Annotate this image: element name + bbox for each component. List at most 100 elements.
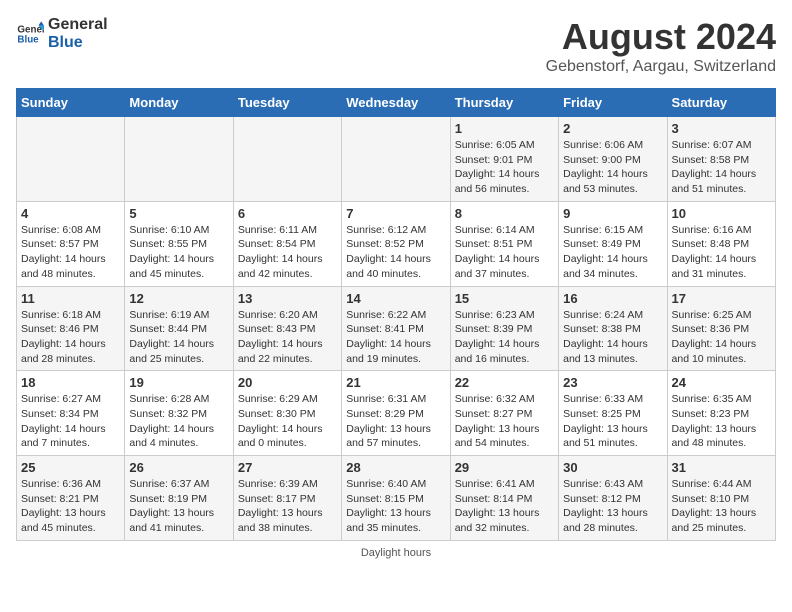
day-cell: 19 Sunrise: 6:28 AM Sunset: 8:32 PM Dayli… — [125, 371, 233, 456]
day-info: Sunrise: 6:25 AM Sunset: 8:36 PM Dayligh… — [672, 308, 771, 367]
day-cell — [125, 117, 233, 202]
col-header-sunday: Sunday — [17, 89, 125, 117]
day-cell: 13 Sunrise: 6:20 AM Sunset: 8:43 PM Dayli… — [233, 286, 341, 371]
day-info: Sunrise: 6:43 AM Sunset: 8:12 PM Dayligh… — [563, 477, 662, 536]
day-number: 7 — [346, 206, 445, 221]
day-number: 27 — [238, 460, 337, 475]
day-number: 20 — [238, 375, 337, 390]
day-info: Sunrise: 6:12 AM Sunset: 8:52 PM Dayligh… — [346, 223, 445, 282]
day-info: Sunrise: 6:16 AM Sunset: 8:48 PM Dayligh… — [672, 223, 771, 282]
day-info: Sunrise: 6:19 AM Sunset: 8:44 PM Dayligh… — [129, 308, 228, 367]
day-info: Sunrise: 6:05 AM Sunset: 9:01 PM Dayligh… — [455, 138, 554, 197]
day-number: 19 — [129, 375, 228, 390]
day-info: Sunrise: 6:40 AM Sunset: 8:15 PM Dayligh… — [346, 477, 445, 536]
col-header-tuesday: Tuesday — [233, 89, 341, 117]
day-number: 24 — [672, 375, 771, 390]
day-cell: 1 Sunrise: 6:05 AM Sunset: 9:01 PM Daylig… — [450, 117, 558, 202]
day-number: 25 — [21, 460, 120, 475]
logo-blue: Blue — [48, 34, 108, 52]
calendar-header-row: SundayMondayTuesdayWednesdayThursdayFrid… — [17, 89, 776, 117]
day-info: Sunrise: 6:37 AM Sunset: 8:19 PM Dayligh… — [129, 477, 228, 536]
day-info: Sunrise: 6:39 AM Sunset: 8:17 PM Dayligh… — [238, 477, 337, 536]
day-cell: 27 Sunrise: 6:39 AM Sunset: 8:17 PM Dayli… — [233, 456, 341, 541]
day-cell: 28 Sunrise: 6:40 AM Sunset: 8:15 PM Dayli… — [342, 456, 450, 541]
day-number: 30 — [563, 460, 662, 475]
week-row-4: 18Sunrise: 6:27 AM Sunset: 8:34 PM Dayli… — [17, 371, 776, 456]
col-header-monday: Monday — [125, 89, 233, 117]
week-row-2: 4 Sunrise: 6:08 AM Sunset: 8:57 PM Daylig… — [17, 201, 776, 286]
day-info: Sunrise: 6:28 AM Sunset: 8:32 PM Dayligh… — [129, 392, 228, 451]
day-cell: 10 Sunrise: 6:16 AM Sunset: 8:48 PM Dayli… — [667, 201, 775, 286]
day-number: 16 — [563, 291, 662, 306]
day-number: 10 — [672, 206, 771, 221]
day-info: Sunrise: 6:20 AM Sunset: 8:43 PM Dayligh… — [238, 308, 337, 367]
day-number: 2 — [563, 121, 662, 136]
day-cell: 4 Sunrise: 6:08 AM Sunset: 8:57 PM Daylig… — [17, 201, 125, 286]
day-number: 17 — [672, 291, 771, 306]
day-info: Sunrise: 6:41 AM Sunset: 8:14 PM Dayligh… — [455, 477, 554, 536]
day-number: 8 — [455, 206, 554, 221]
day-cell: 22 Sunrise: 6:32 AM Sunset: 8:27 PM Dayli… — [450, 371, 558, 456]
day-cell: 16 Sunrise: 6:24 AM Sunset: 8:38 PM Dayli… — [559, 286, 667, 371]
day-cell: 2 Sunrise: 6:06 AM Sunset: 9:00 PM Daylig… — [559, 117, 667, 202]
day-number: 18 — [21, 375, 120, 390]
week-row-3: 11Sunrise: 6:18 AM Sunset: 8:46 PM Dayli… — [17, 286, 776, 371]
day-cell: 24 Sunrise: 6:35 AM Sunset: 8:23 PM Dayli… — [667, 371, 775, 456]
day-cell: 18Sunrise: 6:27 AM Sunset: 8:34 PM Dayli… — [17, 371, 125, 456]
col-header-saturday: Saturday — [667, 89, 775, 117]
day-info: Sunrise: 6:35 AM Sunset: 8:23 PM Dayligh… — [672, 392, 771, 451]
logo: General Blue General Blue — [16, 16, 108, 51]
day-number: 22 — [455, 375, 554, 390]
day-cell: 9Sunrise: 6:15 AM Sunset: 8:49 PM Daylig… — [559, 201, 667, 286]
day-number: 1 — [455, 121, 554, 136]
header: General Blue General Blue August 2024 Ge… — [16, 16, 776, 76]
day-info: Sunrise: 6:36 AM Sunset: 8:21 PM Dayligh… — [21, 477, 120, 536]
day-info: Sunrise: 6:44 AM Sunset: 8:10 PM Dayligh… — [672, 477, 771, 536]
day-cell: 30 Sunrise: 6:43 AM Sunset: 8:12 PM Dayli… — [559, 456, 667, 541]
day-number: 13 — [238, 291, 337, 306]
day-info: Sunrise: 6:24 AM Sunset: 8:38 PM Dayligh… — [563, 308, 662, 367]
day-info: Sunrise: 6:29 AM Sunset: 8:30 PM Dayligh… — [238, 392, 337, 451]
day-cell: 14 Sunrise: 6:22 AM Sunset: 8:41 PM Dayli… — [342, 286, 450, 371]
logo-general: General — [48, 16, 108, 34]
day-cell: 6 Sunrise: 6:11 AM Sunset: 8:54 PM Daylig… — [233, 201, 341, 286]
day-info: Sunrise: 6:06 AM Sunset: 9:00 PM Dayligh… — [563, 138, 662, 197]
day-info: Sunrise: 6:11 AM Sunset: 8:54 PM Dayligh… — [238, 223, 337, 282]
day-number: 15 — [455, 291, 554, 306]
day-info: Sunrise: 6:08 AM Sunset: 8:57 PM Dayligh… — [21, 223, 120, 282]
day-number: 6 — [238, 206, 337, 221]
day-cell: 25 Sunrise: 6:36 AM Sunset: 8:21 PM Dayli… — [17, 456, 125, 541]
logo-icon: General Blue — [16, 20, 44, 48]
week-row-1: 1 Sunrise: 6:05 AM Sunset: 9:01 PM Daylig… — [17, 117, 776, 202]
day-cell: 5Sunrise: 6:10 AM Sunset: 8:55 PM Daylig… — [125, 201, 233, 286]
day-info: Sunrise: 6:33 AM Sunset: 8:25 PM Dayligh… — [563, 392, 662, 451]
day-cell: 23Sunrise: 6:33 AM Sunset: 8:25 PM Dayli… — [559, 371, 667, 456]
day-cell — [342, 117, 450, 202]
calendar-table: SundayMondayTuesdayWednesdayThursdayFrid… — [16, 88, 776, 541]
day-info: Sunrise: 6:10 AM Sunset: 8:55 PM Dayligh… — [129, 223, 228, 282]
day-number: 21 — [346, 375, 445, 390]
day-cell — [17, 117, 125, 202]
day-cell: 12 Sunrise: 6:19 AM Sunset: 8:44 PM Dayli… — [125, 286, 233, 371]
day-cell — [233, 117, 341, 202]
day-number: 14 — [346, 291, 445, 306]
day-number: 12 — [129, 291, 228, 306]
day-number: 3 — [672, 121, 771, 136]
svg-text:Blue: Blue — [17, 34, 39, 45]
day-info: Sunrise: 6:18 AM Sunset: 8:46 PM Dayligh… — [21, 308, 120, 367]
day-number: 29 — [455, 460, 554, 475]
day-info: Sunrise: 6:22 AM Sunset: 8:41 PM Dayligh… — [346, 308, 445, 367]
day-cell: 31Sunrise: 6:44 AM Sunset: 8:10 PM Dayli… — [667, 456, 775, 541]
subtitle: Gebenstorf, Aargau, Switzerland — [546, 58, 776, 76]
day-cell: 20 Sunrise: 6:29 AM Sunset: 8:30 PM Dayli… — [233, 371, 341, 456]
day-info: Sunrise: 6:23 AM Sunset: 8:39 PM Dayligh… — [455, 308, 554, 367]
day-info: Sunrise: 6:15 AM Sunset: 8:49 PM Dayligh… — [563, 223, 662, 282]
day-number: 28 — [346, 460, 445, 475]
day-info: Sunrise: 6:14 AM Sunset: 8:51 PM Dayligh… — [455, 223, 554, 282]
day-number: 4 — [21, 206, 120, 221]
day-cell: 11Sunrise: 6:18 AM Sunset: 8:46 PM Dayli… — [17, 286, 125, 371]
day-info: Sunrise: 6:32 AM Sunset: 8:27 PM Dayligh… — [455, 392, 554, 451]
title-section: August 2024 Gebenstorf, Aargau, Switzerl… — [546, 16, 776, 76]
day-info: Sunrise: 6:31 AM Sunset: 8:29 PM Dayligh… — [346, 392, 445, 451]
day-cell: 15 Sunrise: 6:23 AM Sunset: 8:39 PM Dayli… — [450, 286, 558, 371]
